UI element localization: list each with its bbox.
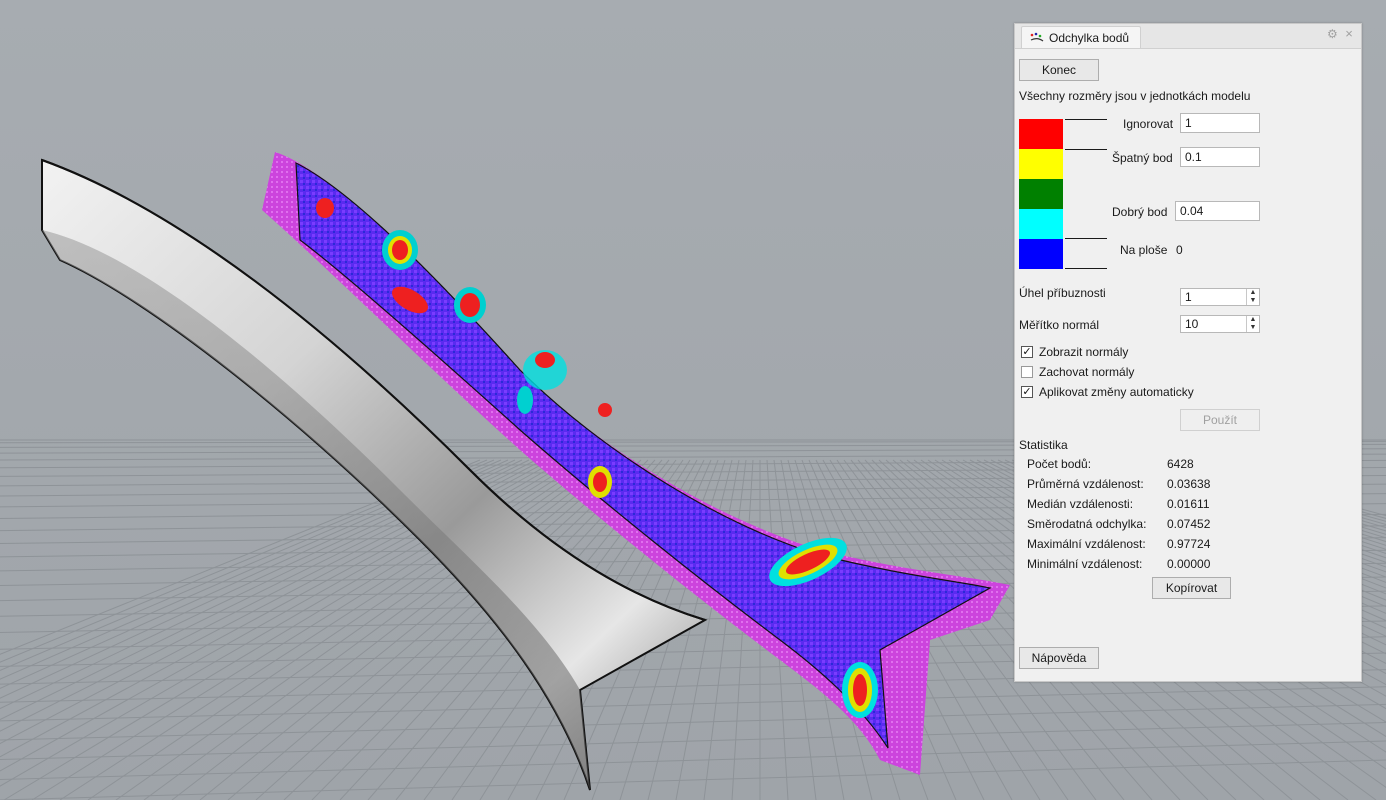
spinner-arrows-icon[interactable]: ▲ ▼ bbox=[1246, 316, 1259, 332]
legend-divider bbox=[1065, 268, 1107, 269]
bad-point-threshold-input[interactable]: 0.1 bbox=[1180, 147, 1260, 167]
good-point-threshold-input[interactable]: 0.04 bbox=[1175, 201, 1260, 221]
ignore-label: Ignorovat bbox=[1123, 117, 1174, 131]
tab-point-deviation[interactable]: Odchylka bodů bbox=[1021, 26, 1141, 48]
close-icon[interactable]: × bbox=[1343, 27, 1355, 41]
keep-normals-option[interactable]: Zachovat normály bbox=[1021, 364, 1134, 380]
stat-value: 0.97724 bbox=[1167, 537, 1211, 551]
stat-value: 0.00000 bbox=[1167, 557, 1211, 571]
angle-value: 1 bbox=[1185, 290, 1192, 304]
ignore-threshold-input[interactable]: 1 bbox=[1180, 113, 1260, 133]
stat-label: Směrodatná odchylka: bbox=[1027, 517, 1147, 531]
tab-title: Odchylka bodů bbox=[1049, 30, 1130, 45]
legend-divider bbox=[1065, 149, 1107, 150]
stat-label: Maximální vzdálenost: bbox=[1027, 537, 1146, 551]
auto-apply-option[interactable]: ✓ Aplikovat změny automaticky bbox=[1021, 384, 1194, 400]
normal-scale-label: Měřítko normál bbox=[1019, 318, 1100, 332]
auto-apply-label: Aplikovat změny automaticky bbox=[1039, 385, 1194, 399]
stat-label: Minimální vzdálenost: bbox=[1027, 557, 1143, 571]
stat-label: Průměrná vzdálenost: bbox=[1027, 477, 1144, 491]
keep-normals-label: Zachovat normály bbox=[1039, 365, 1135, 379]
stat-value: 0.01611 bbox=[1167, 497, 1210, 511]
keep-normals-checkbox[interactable] bbox=[1021, 366, 1033, 378]
statistics-heading: Statistika bbox=[1019, 438, 1068, 452]
show-normals-checkbox[interactable]: ✓ bbox=[1021, 346, 1033, 358]
legend-swatch-blue bbox=[1019, 239, 1063, 269]
stat-value: 0.03638 bbox=[1167, 477, 1211, 491]
units-note: Všechny rozměry jsou v jednotkách modelu bbox=[1019, 89, 1251, 103]
settings-gear-icon[interactable]: ⚙ bbox=[1327, 28, 1339, 40]
legend-divider bbox=[1065, 119, 1107, 120]
legend-divider bbox=[1065, 238, 1107, 239]
panel-tabstrip: Odchylka bodů ⚙ × bbox=[1015, 24, 1361, 49]
stat-value: 0.07452 bbox=[1167, 517, 1211, 531]
normal-scale-value: 10 bbox=[1185, 317, 1199, 331]
show-normals-label: Zobrazit normály bbox=[1039, 345, 1129, 359]
stat-value: 6428 bbox=[1167, 457, 1194, 471]
angle-spinner[interactable]: 1 ▲ ▼ bbox=[1180, 288, 1260, 306]
legend-swatch-yellow bbox=[1019, 149, 1063, 179]
apply-button[interactable]: Použít bbox=[1180, 409, 1260, 431]
stat-label: Medián vzdálenosti: bbox=[1027, 497, 1134, 511]
angle-label: Úhel příbuznosti bbox=[1019, 286, 1106, 300]
point-deviation-icon bbox=[1030, 32, 1044, 44]
legend-swatch-green bbox=[1019, 179, 1063, 209]
stat-label: Počet bodů: bbox=[1027, 457, 1092, 471]
auto-apply-checkbox[interactable]: ✓ bbox=[1021, 386, 1033, 398]
bad-point-label: Špatný bod bbox=[1112, 151, 1173, 165]
finish-button[interactable]: Konec bbox=[1019, 59, 1099, 81]
on-surface-label: Na ploše bbox=[1120, 243, 1168, 257]
copy-button[interactable]: Kopírovat bbox=[1152, 577, 1231, 599]
normal-scale-spinner[interactable]: 10 ▲ ▼ bbox=[1180, 315, 1260, 333]
good-point-label: Dobrý bod bbox=[1112, 205, 1168, 219]
help-button[interactable]: Nápověda bbox=[1019, 647, 1099, 669]
spinner-arrows-icon[interactable]: ▲ ▼ bbox=[1246, 289, 1259, 305]
on-surface-value: 0 bbox=[1176, 243, 1183, 257]
show-normals-option[interactable]: ✓ Zobrazit normály bbox=[1021, 344, 1128, 360]
legend-swatch-cyan bbox=[1019, 209, 1063, 239]
legend-swatch-red bbox=[1019, 119, 1063, 149]
point-deviation-panel: Odchylka bodů ⚙ × Konec Všechny rozměry … bbox=[1014, 23, 1362, 682]
